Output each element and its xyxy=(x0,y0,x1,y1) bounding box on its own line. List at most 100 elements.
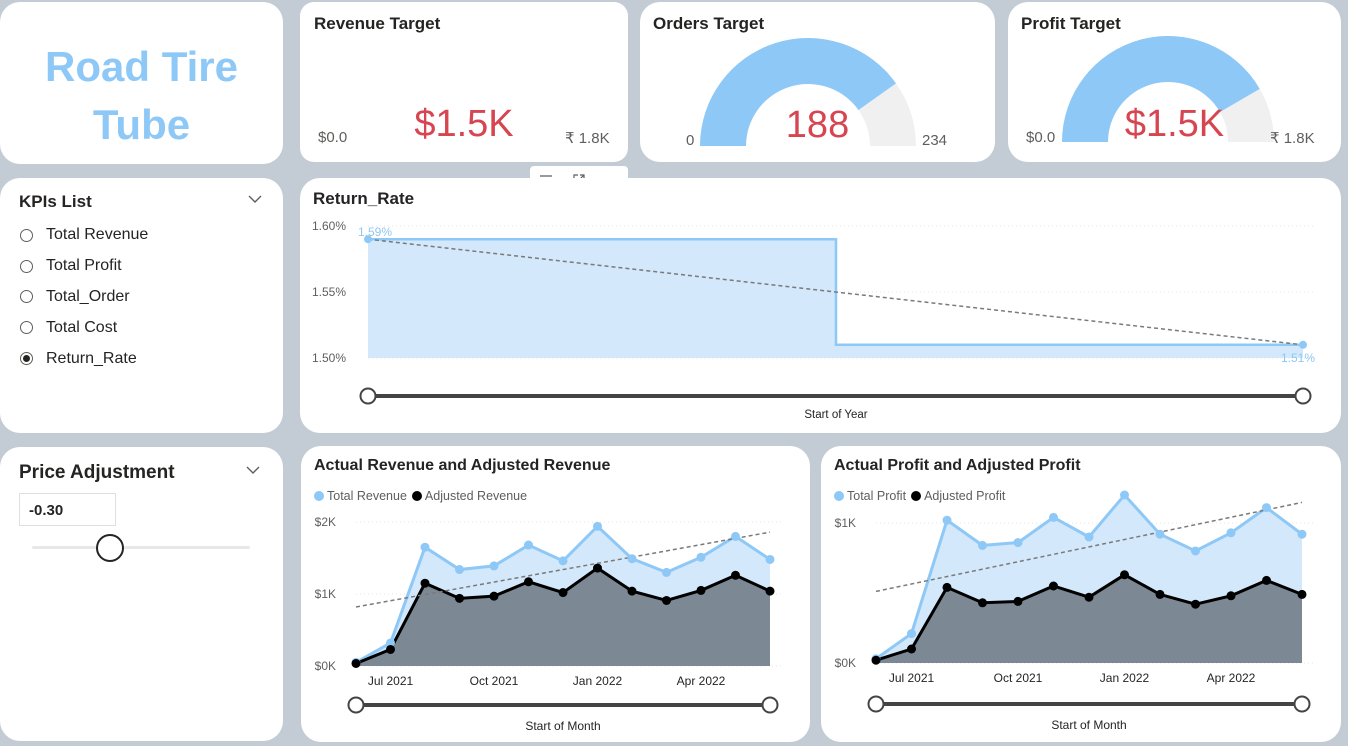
return-rate-chart: 1.60% 1.55% 1.50% 1.59% 1.51% Start of Year xyxy=(312,219,1315,421)
price-adjustment-input[interactable]: -0.30 xyxy=(19,493,116,526)
range-slider-end-handle xyxy=(761,696,779,714)
gauge-max: 234 xyxy=(922,132,948,149)
adjusted-point xyxy=(978,598,987,608)
kpis-slicer-title: KPIs List xyxy=(19,192,92,211)
adjusted-point xyxy=(696,585,706,595)
adjusted-point xyxy=(1191,599,1200,609)
data-label: 1.59% xyxy=(358,225,392,239)
total-point xyxy=(1049,512,1058,522)
kpi-option-total-cost[interactable]: Total Cost xyxy=(20,312,148,343)
total-point xyxy=(696,552,706,562)
total-point xyxy=(942,515,952,525)
logo-line-1: Road Tire xyxy=(45,43,238,90)
range-slider-start-handle xyxy=(359,387,377,405)
adjusted-point xyxy=(420,578,430,588)
y-tick-label: $1K xyxy=(315,587,336,601)
chevron-down-icon[interactable] xyxy=(246,466,260,475)
y-tick-label: $1K xyxy=(835,516,856,530)
price-adjustment-card xyxy=(0,447,283,741)
total-point xyxy=(1013,538,1023,548)
adjusted-point xyxy=(455,593,464,603)
range-slider-start-handle xyxy=(347,696,365,714)
radio-button[interactable] xyxy=(20,321,33,335)
y-tick-label: $0K xyxy=(835,656,856,670)
price-slider-handle[interactable] xyxy=(96,534,124,562)
kpi-option-label: Total Profit xyxy=(46,257,122,275)
total-point xyxy=(1226,528,1236,538)
logo-card: Road Tire Tube xyxy=(0,2,283,164)
adjusted-point xyxy=(942,582,952,592)
adjusted-point xyxy=(627,586,637,596)
adjusted-point xyxy=(489,591,499,601)
total-point xyxy=(978,540,987,550)
total-point xyxy=(455,565,464,575)
orders-target-card[interactable]: Orders Target 188 0 234 xyxy=(640,2,995,162)
kpi-option-total-order[interactable]: Total_Order xyxy=(20,282,148,313)
total-point xyxy=(1191,546,1200,556)
price-adjustment-title: Price Adjustment xyxy=(19,462,175,483)
adjusted-point xyxy=(351,658,361,668)
price-slider-track[interactable] xyxy=(32,546,250,549)
range-slider-end-handle xyxy=(1294,387,1312,405)
adjusted-point xyxy=(1013,596,1023,606)
total-point xyxy=(489,561,499,571)
x-tick-label: Oct 2021 xyxy=(470,674,519,688)
gauge-min: 0 xyxy=(686,132,695,149)
total-point xyxy=(1155,529,1165,539)
x-tick-label: Jan 2022 xyxy=(1100,671,1150,685)
kpi-option-label: Total Revenue xyxy=(46,226,149,244)
adjusted-point xyxy=(558,588,568,598)
adjusted-point xyxy=(731,570,740,580)
x-tick-label: Apr 2022 xyxy=(1207,671,1256,685)
x-tick-label: Jan 2022 xyxy=(573,674,623,688)
app-logo: Road Tire Tube xyxy=(0,38,283,154)
total-point xyxy=(1297,529,1307,539)
adjusted-point xyxy=(1120,570,1129,580)
x-axis-title: Start of Year xyxy=(804,409,867,421)
total-point xyxy=(593,521,602,531)
radio-button[interactable] xyxy=(20,259,33,273)
x-tick-label: Apr 2022 xyxy=(677,674,726,688)
adjusted-point xyxy=(1049,581,1058,591)
total-point xyxy=(420,542,430,552)
x-axis-title: Start of Month xyxy=(1051,718,1126,732)
kpi-option-return-rate[interactable]: Return_Rate xyxy=(20,343,148,374)
radio-button[interactable] xyxy=(20,228,33,242)
x-tick-label: Jul 2021 xyxy=(889,671,935,685)
logo-line-2: Tube xyxy=(92,101,191,148)
range-slider-start-handle xyxy=(867,695,885,713)
total-point xyxy=(731,531,740,541)
x-tick-label: Oct 2021 xyxy=(994,671,1043,685)
revenue-target-card[interactable]: Revenue Target $1.5K $0.0 ₹ 1.8K xyxy=(300,2,628,162)
gauge-min: $0.0 xyxy=(1026,129,1056,146)
adjusted-point xyxy=(765,586,775,596)
total-point xyxy=(1120,490,1129,500)
x-axis-title: Start of Month xyxy=(525,719,600,733)
revenue-chart: $2K $1K $0K Jul 2021 Oct 2021 Jan 2022 Apr 202… xyxy=(315,515,782,733)
adjusted-point xyxy=(593,563,602,573)
y-tick-label: $0K xyxy=(315,659,336,673)
data-label: 1.51% xyxy=(1281,351,1315,365)
chevron-down-icon[interactable] xyxy=(248,195,262,204)
y-tick-label: 1.50% xyxy=(312,351,346,365)
adjusted-point xyxy=(1262,575,1271,585)
kpi-option-total-revenue[interactable]: Total Revenue xyxy=(20,220,148,251)
total-point xyxy=(662,567,671,577)
adjusted-point xyxy=(386,644,395,654)
kpi-option-label: Total Cost xyxy=(46,318,118,336)
kpi-option-total-profit[interactable]: Total Profit xyxy=(20,251,148,282)
adjusted-point xyxy=(907,644,916,654)
total-point xyxy=(1262,503,1271,513)
range-slider-end-handle xyxy=(1293,695,1311,713)
y-tick-label: $2K xyxy=(315,515,336,529)
total-point xyxy=(524,540,533,550)
profit-target-card[interactable]: Profit Target $1.5K $0.0 ₹ 1.8K xyxy=(1008,2,1341,162)
radio-button-selected[interactable] xyxy=(20,352,33,366)
kpi-option-label: Return_Rate xyxy=(46,349,137,367)
adjusted-point xyxy=(524,577,533,587)
radio-button[interactable] xyxy=(20,290,33,304)
total-point xyxy=(765,554,775,564)
adjusted-point xyxy=(1226,591,1236,601)
adjusted-point xyxy=(1155,589,1165,599)
kpi-option-label: Total_Order xyxy=(46,287,130,305)
